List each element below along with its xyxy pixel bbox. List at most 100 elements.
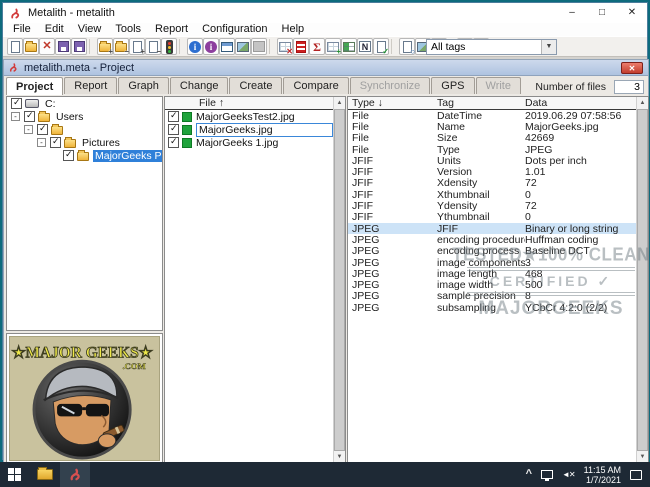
column-tag[interactable]: Tag xyxy=(437,97,525,109)
table-row[interactable]: JFIFYdensity72 xyxy=(348,200,638,211)
close-button[interactable]: ✕ xyxy=(617,3,647,23)
checkbox-checked[interactable] xyxy=(11,98,22,109)
tree-item-users[interactable]: -Users xyxy=(7,110,162,123)
delete-tags-button[interactable]: ✕ xyxy=(277,38,293,55)
tree-item-c-[interactable]: C: xyxy=(7,97,162,110)
table-row[interactable]: FileSize42669 xyxy=(348,133,638,144)
table-row[interactable]: JPEGsample precision8 xyxy=(348,291,638,302)
sum-tags-button[interactable]: Σ xyxy=(309,38,325,55)
tree-expander-icon[interactable]: - xyxy=(11,112,20,121)
show-image-button[interactable] xyxy=(235,38,251,55)
start-button[interactable] xyxy=(0,462,30,487)
file-info-button[interactable]: i xyxy=(187,38,203,55)
scroll-up-icon[interactable]: ▲ xyxy=(637,97,648,109)
table-row[interactable]: FileNameMajorGeeks.jpg xyxy=(348,121,638,132)
filename-edit-field[interactable]: MajorGeeks.jpg xyxy=(196,123,333,137)
verify-file-button[interactable]: ✓ xyxy=(373,38,389,55)
add-folder-button[interactable]: + xyxy=(97,38,113,55)
table-row[interactable]: JPEGencoding processBaseline DCT xyxy=(348,246,638,257)
table-row[interactable]: JFIFYthumbnail0 xyxy=(348,212,638,223)
file-list-header[interactable]: File ↑ xyxy=(165,97,335,110)
table-row[interactable]: JPEGJFIFBinary or long string xyxy=(348,223,638,234)
table-row[interactable]: JFIFVersion1.01 xyxy=(348,166,638,177)
table-row[interactable]: FileTypeJPEG xyxy=(348,144,638,155)
file-row[interactable]: MajorGeeksTest2.jpg xyxy=(165,110,335,123)
menu-report[interactable]: Report xyxy=(148,23,195,36)
table-row[interactable]: JPEGimage components3 xyxy=(348,257,638,268)
checkbox-checked[interactable] xyxy=(168,137,179,148)
maximize-button[interactable]: □ xyxy=(587,3,617,23)
action-center-icon[interactable] xyxy=(630,470,642,480)
menu-tools[interactable]: Tools xyxy=(108,23,148,36)
table-row[interactable]: JPEGsubsamplingYCbCr 4:2:0 (2/2) xyxy=(348,302,638,313)
volume-muted-icon[interactable]: ◄✕ xyxy=(562,470,575,479)
tree-expander-icon[interactable]: - xyxy=(24,125,33,134)
chevron-down-icon[interactable]: ▼ xyxy=(541,40,556,54)
file-explorer-button[interactable] xyxy=(30,462,60,487)
table-row[interactable]: JPEGencoding procedureHuffman coding xyxy=(348,234,638,245)
scrollbar-thumb[interactable] xyxy=(637,109,648,451)
checkbox-checked[interactable] xyxy=(168,124,179,135)
tag-filter-select[interactable]: All tags ▼ xyxy=(426,39,557,55)
menu-help[interactable]: Help xyxy=(275,23,312,36)
close-project-button[interactable]: ✕ xyxy=(39,38,55,55)
table-row[interactable]: JFIFXdensity72 xyxy=(348,178,638,189)
checkbox-checked[interactable] xyxy=(63,150,74,161)
tray-expand-icon[interactable]: ^ xyxy=(526,469,532,480)
remove-folder-button[interactable]: − xyxy=(113,38,129,55)
scroll-up-icon[interactable]: ▲ xyxy=(334,97,345,109)
column-type[interactable]: Type ↓ xyxy=(352,97,437,109)
metadata-scrollbar[interactable]: ▲ ▼ xyxy=(636,97,648,463)
table-row[interactable]: JFIFXthumbnail0 xyxy=(348,189,638,200)
checkbox-checked[interactable] xyxy=(50,137,61,148)
tree-item[interactable]: - xyxy=(7,123,162,136)
menu-file[interactable]: File xyxy=(6,23,38,36)
file-row[interactable]: MajorGeeks 1.jpg xyxy=(165,136,335,149)
menu-view[interactable]: View xyxy=(71,23,109,36)
traffic-light-button[interactable] xyxy=(161,38,177,55)
tab-graph[interactable]: Graph xyxy=(118,77,169,94)
tag-list-button[interactable] xyxy=(293,38,309,55)
table-row[interactable]: FileDateTime2019.06.29 07:58:56 xyxy=(348,110,638,121)
tab-report[interactable]: Report xyxy=(64,77,117,94)
menu-edit[interactable]: Edit xyxy=(38,23,71,36)
table-row[interactable]: JFIFUnitsDots per inch xyxy=(348,155,638,166)
tag-info-button[interactable]: i xyxy=(203,38,219,55)
open-project-button[interactable] xyxy=(23,38,39,55)
remove-file-button[interactable]: − xyxy=(145,38,161,55)
update-tags-button[interactable] xyxy=(341,38,357,55)
tree-item-pictures[interactable]: -Pictures xyxy=(7,136,162,149)
add-file-button[interactable]: + xyxy=(129,38,145,55)
checkbox-checked[interactable] xyxy=(168,111,179,122)
tab-create[interactable]: Create xyxy=(229,77,282,94)
clock[interactable]: 11:15 AM 1/7/2021 xyxy=(584,465,621,485)
tab-project[interactable]: Project xyxy=(6,77,63,95)
minimize-button[interactable]: – xyxy=(557,3,587,23)
rename-tags-button[interactable]: N xyxy=(357,38,373,55)
show-window-button[interactable] xyxy=(219,38,235,55)
file-row[interactable]: MajorGeeks.jpg xyxy=(165,123,335,136)
checkbox-checked[interactable] xyxy=(37,124,48,135)
close-project-icon: ✕ xyxy=(42,40,51,53)
new-project-button[interactable] xyxy=(7,38,23,55)
add-tags-button[interactable]: + xyxy=(325,38,341,55)
tree-item-majorgeeks-pix[interactable]: MajorGeeks PIX xyxy=(7,149,162,162)
menu-configuration[interactable]: Configuration xyxy=(195,23,274,36)
preview-report-button[interactable]: ○ xyxy=(399,38,415,55)
table-row[interactable]: JPEGimage length468 xyxy=(348,268,638,279)
table-row[interactable]: JPEGimage width500 xyxy=(348,279,638,290)
file-list-scrollbar[interactable]: ▲ ▼ xyxy=(333,97,345,463)
tab-gps[interactable]: GPS xyxy=(431,77,474,94)
cell-data: Baseline DCT xyxy=(525,245,638,257)
metalith-taskbar-button[interactable] xyxy=(60,462,90,487)
column-data[interactable]: Data xyxy=(525,97,638,109)
tab-change[interactable]: Change xyxy=(170,77,229,94)
checkbox-checked[interactable] xyxy=(24,111,35,122)
tree-expander-icon[interactable]: - xyxy=(37,138,46,147)
tab-compare[interactable]: Compare xyxy=(283,77,348,94)
save-project-button[interactable] xyxy=(55,38,71,55)
project-close-button[interactable]: ✕ xyxy=(621,62,643,74)
network-display-icon[interactable] xyxy=(541,470,553,479)
save-project-as-button[interactable] xyxy=(71,38,87,55)
scrollbar-thumb[interactable] xyxy=(334,109,345,451)
